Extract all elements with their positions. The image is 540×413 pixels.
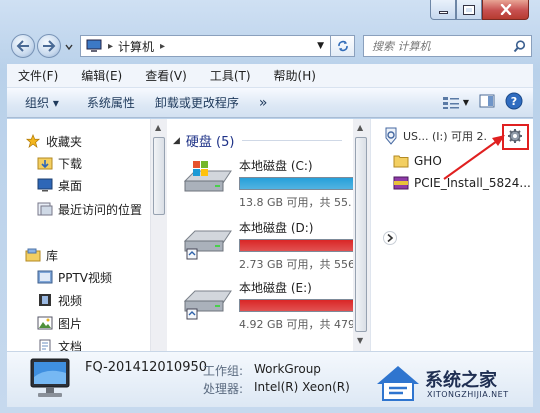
processor-label: 处理器: [203, 382, 244, 396]
computer-name: FQ-201412010950 [85, 360, 208, 375]
details-pane: FQ-201412010950 工作组: WorkGroup 处理器: Inte… [7, 351, 533, 407]
house-logo-icon [377, 366, 419, 401]
watermark-brand: 系统之家 [425, 370, 497, 391]
watermark-url: XITONGZHIJIA.NET [427, 390, 509, 399]
processor-value: Intel(R) Xeon(R) [254, 380, 350, 394]
computer-monitor-icon [30, 358, 70, 397]
watermark-logo: 系统之家 XITONGZHIJIA.NET [373, 362, 533, 406]
workgroup-label: 工作组: [203, 364, 244, 378]
workgroup-value: WorkGroup [254, 362, 321, 376]
